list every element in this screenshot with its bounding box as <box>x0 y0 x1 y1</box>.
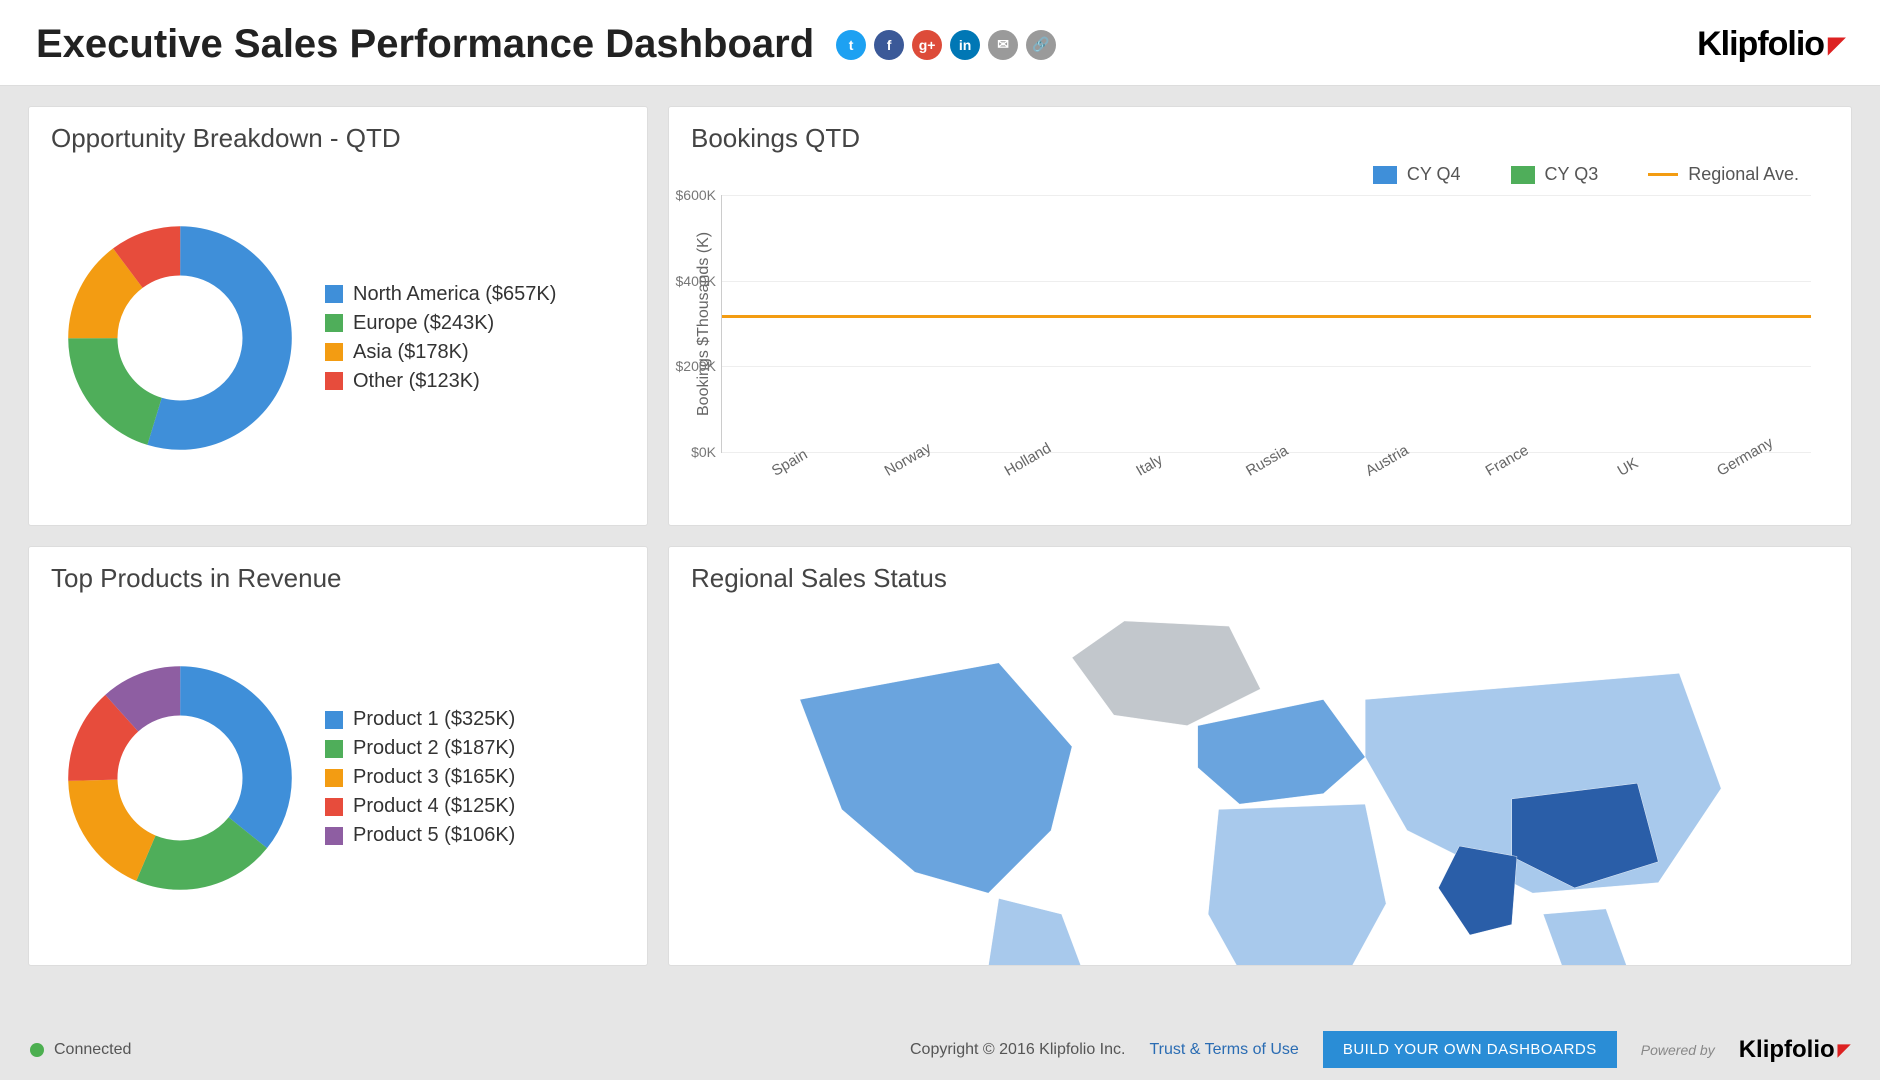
region-africa[interactable] <box>1208 804 1386 966</box>
y-tick: $600K <box>668 187 716 203</box>
swatch-icon <box>325 285 343 303</box>
legend-label: Product 3 ($165K) <box>353 766 515 789</box>
bookings-legend: CY Q4 CY Q3 Regional Ave. <box>691 160 1829 195</box>
page-title: Executive Sales Performance Dashboard <box>36 22 814 67</box>
status-text: Connected <box>54 1041 131 1059</box>
bookings-plot: $0K$200K$400K$600KSpainNorwayHollandItal… <box>721 195 1811 453</box>
region-india[interactable] <box>1438 846 1517 935</box>
legend-item[interactable]: Asia ($178K) <box>325 341 556 364</box>
share-icons: t f g+ in ✉ 🔗 <box>836 30 1056 60</box>
legend-label: Regional Ave. <box>1688 164 1799 185</box>
card-bookings: Bookings QTD CY Q4 CY Q3 Regional Ave. B… <box>668 106 1852 526</box>
card-title: Top Products in Revenue <box>51 563 625 594</box>
trust-link[interactable]: Trust & Terms of Use <box>1149 1041 1298 1059</box>
legend-label: Product 5 ($106K) <box>353 824 515 847</box>
swatch-icon <box>325 711 343 729</box>
email-icon[interactable]: ✉ <box>988 30 1018 60</box>
legend-label: Product 2 ($187K) <box>353 737 515 760</box>
donut-body: North America ($657K) Europe ($243K) Asia … <box>51 160 625 515</box>
linkedin-icon[interactable]: in <box>950 30 980 60</box>
swatch-icon <box>325 314 343 332</box>
card-title: Bookings QTD <box>691 123 1829 154</box>
legend-label: CY Q3 <box>1545 164 1599 185</box>
footer-brand-logo[interactable]: Klipfolio◤ <box>1739 1036 1850 1064</box>
brand-mark-icon: ◤ <box>1838 1040 1850 1060</box>
brand-text: Klipfolio <box>1697 25 1824 64</box>
y-axis-label: Bookings $Thousands (K) <box>691 195 717 453</box>
link-icon[interactable]: 🔗 <box>1026 30 1056 60</box>
bookings-body: CY Q4 CY Q3 Regional Ave. Bookings $Thou… <box>691 160 1829 515</box>
y-tick: $0K <box>668 444 716 460</box>
copyright: Copyright © 2016 Klipfolio Inc. <box>910 1041 1125 1059</box>
swatch-icon <box>325 827 343 845</box>
legend-item[interactable]: Product 5 ($106K) <box>325 824 515 847</box>
y-tick: $400K <box>668 273 716 289</box>
brand-logo[interactable]: Klipfolio◤ <box>1697 25 1844 64</box>
bars-row: SpainNorwayHollandItalyRussiaAustriaFran… <box>722 195 1811 452</box>
y-tick: $200K <box>668 358 716 374</box>
legend-item[interactable]: Product 1 ($325K) <box>325 708 515 731</box>
legend-item[interactable]: Product 4 ($125K) <box>325 795 515 818</box>
legend-label: Product 4 ($125K) <box>353 795 515 818</box>
swatch-icon <box>325 798 343 816</box>
legend-item[interactable]: Product 3 ($165K) <box>325 766 515 789</box>
gplus-icon[interactable]: g+ <box>912 30 942 60</box>
status-dot-icon <box>30 1043 44 1057</box>
powered-by: Powered by <box>1641 1042 1715 1058</box>
swatch-icon <box>325 372 343 390</box>
header-left: Executive Sales Performance Dashboard t … <box>36 22 1056 67</box>
card-opportunity: Opportunity Breakdown - QTD North Americ… <box>28 106 648 526</box>
twitter-icon[interactable]: t <box>836 30 866 60</box>
card-title: Opportunity Breakdown - QTD <box>51 123 625 154</box>
swatch-icon <box>325 769 343 787</box>
legend-label: Other ($123K) <box>353 370 480 393</box>
legend-label: Asia ($178K) <box>353 341 469 364</box>
world-map[interactable] <box>737 600 1784 966</box>
products-donut-chart <box>65 663 295 893</box>
card-products: Top Products in Revenue Product 1 ($325K… <box>28 546 648 966</box>
legend-item[interactable]: Other ($123K) <box>325 370 556 393</box>
brand-text: Klipfolio <box>1739 1036 1835 1064</box>
opportunity-donut-chart <box>65 223 295 453</box>
legend-label: CY Q4 <box>1407 164 1461 185</box>
legend-item[interactable]: Europe ($243K) <box>325 312 556 335</box>
swatch-icon <box>325 740 343 758</box>
legend-q3[interactable]: CY Q3 <box>1511 164 1599 185</box>
legend-avg[interactable]: Regional Ave. <box>1648 164 1799 185</box>
card-title: Regional Sales Status <box>691 563 1829 594</box>
opportunity-legend: North America ($657K) Europe ($243K) Asia … <box>325 283 556 393</box>
facebook-icon[interactable]: f <box>874 30 904 60</box>
swatch-icon <box>325 343 343 361</box>
footer-right: Copyright © 2016 Klipfolio Inc. Trust & … <box>910 1031 1850 1068</box>
legend-q4[interactable]: CY Q4 <box>1373 164 1461 185</box>
products-legend: Product 1 ($325K) Product 2 ($187K) Produc… <box>325 708 515 847</box>
header: Executive Sales Performance Dashboard t … <box>0 0 1880 86</box>
legend-label: Europe ($243K) <box>353 312 494 335</box>
brand-mark-icon: ◤ <box>1828 32 1844 58</box>
legend-item[interactable]: Product 2 ($187K) <box>325 737 515 760</box>
region-europe[interactable] <box>1197 699 1365 804</box>
region-se-asia[interactable] <box>1543 909 1627 966</box>
build-dashboards-button[interactable]: BUILD YOUR OWN DASHBOARDS <box>1323 1031 1617 1068</box>
region-north-america[interactable] <box>799 663 1071 893</box>
map-body <box>691 600 1829 966</box>
connection-status: Connected <box>30 1041 131 1059</box>
legend-label: North America ($657K) <box>353 283 556 306</box>
footer: Connected Copyright © 2016 Klipfolio Inc… <box>0 1019 1880 1080</box>
donut-slice[interactable] <box>93 250 267 424</box>
region-south-america[interactable] <box>988 898 1093 966</box>
donut-body: Product 1 ($325K) Product 2 ($187K) Produc… <box>51 600 625 955</box>
donut-slice[interactable] <box>93 690 267 864</box>
card-regional: Regional Sales Status <box>668 546 1852 966</box>
legend-item[interactable]: North America ($657K) <box>325 283 556 306</box>
dashboard-board: Opportunity Breakdown - QTD North Americ… <box>0 86 1880 986</box>
bar-area: Bookings $Thousands (K) $0K$200K$400K$60… <box>691 195 1829 453</box>
region-greenland[interactable] <box>1072 621 1260 726</box>
legend-label: Product 1 ($325K) <box>353 708 515 731</box>
